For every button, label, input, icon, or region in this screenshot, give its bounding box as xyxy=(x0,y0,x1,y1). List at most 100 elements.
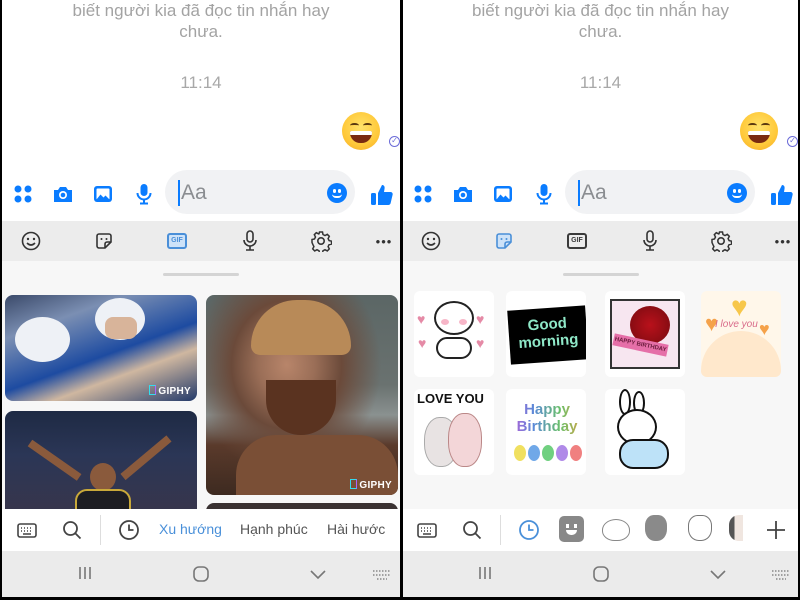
sticker-icon xyxy=(96,233,112,249)
girl-pack-icon[interactable] xyxy=(729,515,743,541)
grinning-emoji-message[interactable] xyxy=(740,112,778,150)
emoji-picker-icon[interactable] xyxy=(327,183,347,203)
arm-shape xyxy=(120,435,172,481)
microphone-icon[interactable] xyxy=(533,183,555,205)
keyboard-icon[interactable] xyxy=(16,519,38,541)
sticker-love-you-bunnies[interactable]: LOVE YOU xyxy=(414,389,494,475)
system-note: thủ tục bạn cũng biết để biết biết người… xyxy=(2,0,400,42)
more-options-button[interactable]: ••• xyxy=(372,229,396,253)
apps-icon[interactable] xyxy=(12,183,34,205)
gif-item-football[interactable]: GIPHY xyxy=(5,295,197,401)
message-timestamp: 11:14 xyxy=(180,73,222,92)
message-input[interactable]: Aa xyxy=(565,170,755,214)
note-line: chưa. xyxy=(179,22,223,41)
seen-check-icon: ✓ xyxy=(787,136,798,147)
message-timestamp: 11:14 xyxy=(579,73,622,92)
keyboard-toolbar: GIF ••• xyxy=(403,221,798,261)
sticker-bunny-praying[interactable] xyxy=(605,389,685,475)
system-note: thủ tục bạn cũng biết để biết biết người… xyxy=(403,0,798,42)
emoji-tool-button[interactable] xyxy=(419,229,443,253)
keyboard-switch-icon[interactable] xyxy=(771,569,791,581)
drag-handle[interactable] xyxy=(562,273,639,276)
sticker-cat-hearts[interactable]: ♥ ♥ ♥ ♥ xyxy=(414,291,494,377)
camera-icon[interactable] xyxy=(52,183,74,205)
input-placeholder: Aa xyxy=(581,181,607,204)
add-pack-plus-icon[interactable] xyxy=(765,519,787,541)
giphy-watermark: GIPHY xyxy=(350,479,392,491)
sticker-pack-bar xyxy=(403,509,798,551)
like-thumb-icon[interactable] xyxy=(370,183,394,207)
composer: Aa xyxy=(2,168,400,218)
sticker-birthday-flowers[interactable]: HAPPY BIRTHDAY xyxy=(605,291,685,377)
sticker-good-morning[interactable]: Good morning xyxy=(506,291,586,377)
smiley-icon xyxy=(421,231,441,251)
gif-tool-button[interactable]: GIF xyxy=(565,229,589,253)
jersey-shape xyxy=(75,489,131,509)
voice-tool-button[interactable] xyxy=(638,229,662,253)
apps-icon[interactable] xyxy=(412,183,434,205)
search-icon[interactable] xyxy=(461,519,483,541)
recent-clock-icon[interactable] xyxy=(518,519,540,541)
system-nav-bar xyxy=(2,551,400,597)
gif-tool-button[interactable]: GIF xyxy=(165,229,189,253)
note-line: chưa. xyxy=(578,22,623,41)
sticker-tool-button[interactable] xyxy=(92,229,116,253)
gif-item-bearded-man[interactable]: GIPHY xyxy=(206,295,398,495)
sticker-tool-button[interactable] xyxy=(492,229,516,253)
composer: Aa xyxy=(403,168,798,218)
recents-icon[interactable] xyxy=(477,565,493,581)
cat-pack-icon[interactable] xyxy=(602,519,630,541)
hair-shape xyxy=(251,300,351,355)
system-nav-bar xyxy=(403,551,798,597)
gif-icon: GIF xyxy=(567,233,587,249)
back-chevron-down-icon[interactable] xyxy=(709,569,727,581)
sticker-love-you-cat[interactable]: ♥ ♥ ♥ I love you xyxy=(701,291,781,377)
gray-bunny-pack-icon[interactable] xyxy=(645,515,667,541)
like-thumb-icon[interactable] xyxy=(770,183,794,207)
drag-handle[interactable] xyxy=(163,273,239,276)
keyboard-toolbar: GIF ••• xyxy=(2,221,400,261)
head-shape xyxy=(90,463,116,491)
sticker-icon xyxy=(496,233,512,249)
search-icon[interactable] xyxy=(61,519,83,541)
input-placeholder: Aa xyxy=(181,181,207,204)
gif-icon: GIF xyxy=(167,233,187,249)
bitmoji-pack-icon[interactable] xyxy=(559,516,584,542)
settings-tool-button[interactable] xyxy=(709,229,733,253)
emoji-tool-button[interactable] xyxy=(19,229,43,253)
emoji-picker-icon[interactable] xyxy=(727,183,747,203)
settings-tool-button[interactable] xyxy=(309,229,333,253)
microphone-icon xyxy=(243,230,257,251)
microphone-icon[interactable] xyxy=(133,183,155,205)
gif-results: GIPHY GIPHY xyxy=(2,261,400,509)
microphone-icon xyxy=(643,230,657,251)
gif-item-basketball[interactable] xyxy=(5,411,197,509)
tab-happy[interactable]: Hạnh phúc xyxy=(240,521,308,537)
beard-shape xyxy=(266,380,336,435)
home-icon[interactable] xyxy=(592,565,610,583)
gallery-icon[interactable] xyxy=(492,183,514,205)
divider xyxy=(100,515,101,545)
camera-icon[interactable] xyxy=(452,183,474,205)
tab-trending[interactable]: Xu hướng xyxy=(159,521,222,537)
recents-icon[interactable] xyxy=(77,565,93,581)
tab-funny[interactable]: Hài hước xyxy=(327,521,385,537)
more-options-button[interactable]: ••• xyxy=(771,229,795,253)
recent-clock-icon[interactable] xyxy=(118,519,140,541)
home-icon[interactable] xyxy=(192,565,210,583)
messenger-sticker-panel: thủ tục bạn cũng biết để biết biết người… xyxy=(403,0,798,597)
bunny-pack-icon[interactable] xyxy=(688,515,712,541)
sticker-results: ♥ ♥ ♥ ♥ Good morning HAPPY BIRTHDAY ♥ ♥ … xyxy=(403,261,798,509)
keyboard-switch-icon[interactable] xyxy=(372,569,392,581)
text-cursor xyxy=(578,180,580,206)
message-input[interactable]: Aa xyxy=(165,170,355,214)
grinning-emoji-message[interactable] xyxy=(342,112,380,150)
gear-icon xyxy=(311,231,332,252)
gallery-icon[interactable] xyxy=(92,183,114,205)
keyboard-icon[interactable] xyxy=(416,519,438,541)
back-chevron-down-icon[interactable] xyxy=(309,569,327,581)
face-shape xyxy=(105,317,137,339)
note-line: biết người kia đã đọc tin nhắn hay xyxy=(72,1,330,20)
voice-tool-button[interactable] xyxy=(238,229,262,253)
sticker-happy-birthday[interactable]: Happy Birthday xyxy=(506,389,586,475)
